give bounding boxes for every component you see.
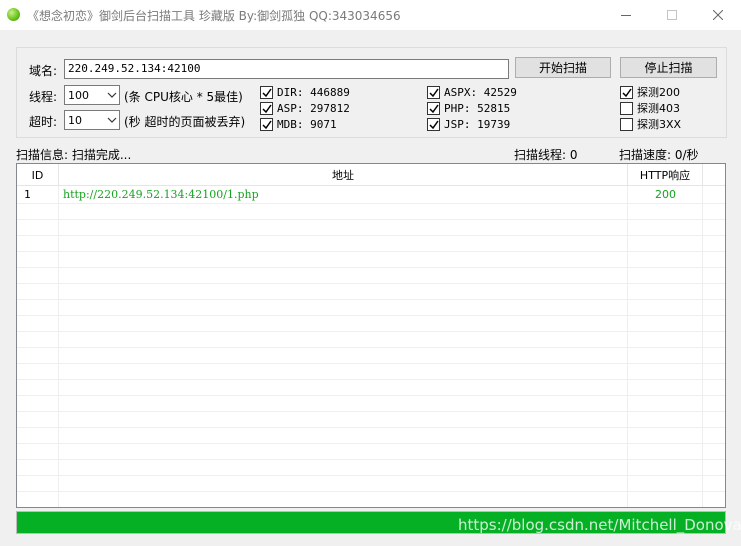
column-header-http[interactable]: HTTP响应 xyxy=(628,164,703,186)
cell-http-code: 200 xyxy=(655,188,676,201)
chevron-down-icon xyxy=(107,92,117,98)
timeout-hint: (秒 超时的页面被丢弃) xyxy=(124,115,246,129)
column-header-url[interactable]: 地址 xyxy=(59,164,628,186)
chevron-down-icon xyxy=(107,117,117,123)
timeout-label: 超时: xyxy=(29,115,58,129)
row-gridline xyxy=(17,443,725,444)
row-gridline xyxy=(17,347,725,348)
row-gridline xyxy=(17,235,725,236)
dict-php-checkbox[interactable]: PHP: 52815 xyxy=(427,101,510,115)
probe-3xx-label: 探测3XX xyxy=(637,118,682,131)
table-row[interactable]: 1 http://220.249.52.134:42100/1.php 200 xyxy=(17,187,725,203)
row-gridline xyxy=(17,395,725,396)
dict-jsp-label: JSP: 19739 xyxy=(444,117,511,131)
checkbox-box xyxy=(260,85,273,99)
checkbox-box xyxy=(427,85,440,99)
window-title: 《想念初恋》御剑后台扫描工具 珍藏版 By:御剑孤独 QQ:343034656 xyxy=(27,9,401,23)
checkmark-icon xyxy=(429,104,439,113)
checkmark-icon xyxy=(262,88,272,97)
stop-scan-button[interactable]: 停止扫描 xyxy=(620,57,717,78)
timeout-select[interactable]: 10 xyxy=(64,110,120,130)
results-table[interactable]: ID 地址 HTTP响应 1 http://220.249.52.134:421… xyxy=(16,163,726,508)
row-gridline xyxy=(17,283,725,284)
row-gridline xyxy=(17,331,725,332)
row-gridline xyxy=(17,251,725,252)
checkmark-icon xyxy=(262,120,272,129)
domain-input[interactable]: 220.249.52.134:42100 xyxy=(64,59,509,79)
cell-id: 1 xyxy=(24,188,31,201)
checkmark-icon xyxy=(429,88,439,97)
dict-aspx-checkbox[interactable]: ASPX: 42529 xyxy=(427,85,517,99)
row-gridline xyxy=(17,507,725,508)
scan-info-status: 扫描信息: 扫描完成... xyxy=(16,148,132,162)
row-gridline xyxy=(17,459,725,460)
row-gridline xyxy=(17,379,725,380)
dict-jsp-checkbox[interactable]: JSP: 19739 xyxy=(427,117,510,131)
row-gridline xyxy=(17,411,725,412)
dict-aspx-label: ASPX: 42529 xyxy=(444,85,517,99)
row-gridline xyxy=(17,315,725,316)
checkbox-box xyxy=(620,101,633,115)
threads-hint: (条 CPU核心 * 5最佳) xyxy=(124,90,243,104)
probe-403-checkbox[interactable]: 探测403 xyxy=(620,101,680,115)
probe-200-checkbox[interactable]: 探测200 xyxy=(620,85,680,99)
row-gridline xyxy=(17,219,725,220)
close-button[interactable] xyxy=(695,0,741,30)
dict-mdb-label: MDB: 9071 xyxy=(277,117,337,131)
app-icon xyxy=(7,8,20,21)
checkmark-icon xyxy=(262,104,272,113)
maximize-button[interactable] xyxy=(649,0,695,30)
row-gridline xyxy=(17,267,725,268)
dict-dir-label: DIR: 446889 xyxy=(277,85,350,99)
checkbox-box xyxy=(260,117,273,131)
checkbox-box xyxy=(620,117,633,131)
title-bar: 《想念初恋》御剑后台扫描工具 珍藏版 By:御剑孤独 QQ:343034656 xyxy=(0,0,741,30)
domain-label: 域名: xyxy=(29,64,58,78)
minimize-icon xyxy=(621,15,631,16)
table-header: ID 地址 HTTP响应 xyxy=(17,164,725,186)
threads-select[interactable]: 100 xyxy=(64,85,120,105)
dict-php-label: PHP: 52815 xyxy=(444,101,511,115)
checkbox-box xyxy=(427,101,440,115)
probe-200-label: 探测200 xyxy=(637,86,680,99)
dict-mdb-checkbox[interactable]: MDB: 9071 xyxy=(260,117,337,131)
checkbox-box xyxy=(620,85,633,99)
watermark: https://blog.csdn.net/Mitchell_Donovan xyxy=(458,516,741,534)
checkbox-box xyxy=(427,117,440,131)
row-gridline xyxy=(17,363,725,364)
row-gridline xyxy=(17,299,725,300)
dict-asp-label: ASP: 297812 xyxy=(277,101,350,115)
row-gridline xyxy=(17,203,725,204)
dict-dir-checkbox[interactable]: DIR: 446889 xyxy=(260,85,350,99)
cell-url: http://220.249.52.134:42100/1.php xyxy=(63,188,259,201)
column-header-id[interactable]: ID xyxy=(17,164,59,186)
close-icon xyxy=(713,10,723,20)
probe-3xx-checkbox[interactable]: 探测3XX xyxy=(620,117,681,131)
checkmark-icon xyxy=(429,120,439,129)
scan-threads-status: 扫描线程: 0 xyxy=(514,148,578,162)
threads-label: 线程: xyxy=(29,90,58,104)
minimize-button[interactable] xyxy=(603,0,649,30)
checkbox-box xyxy=(260,101,273,115)
checkmark-icon xyxy=(622,88,632,97)
threads-value: 100 xyxy=(68,89,89,102)
maximize-icon xyxy=(667,10,677,20)
row-gridline xyxy=(17,427,725,428)
probe-403-label: 探测403 xyxy=(637,102,680,115)
row-gridline xyxy=(17,491,725,492)
settings-panel: 域名: 220.249.52.134:42100 开始扫描 停止扫描 线程: 1… xyxy=(16,47,727,138)
start-scan-button[interactable]: 开始扫描 xyxy=(515,57,611,78)
timeout-value: 10 xyxy=(68,114,82,127)
row-gridline xyxy=(17,475,725,476)
scan-speed-status: 扫描速度: 0/秒 xyxy=(619,148,699,162)
dict-asp-checkbox[interactable]: ASP: 297812 xyxy=(260,101,350,115)
